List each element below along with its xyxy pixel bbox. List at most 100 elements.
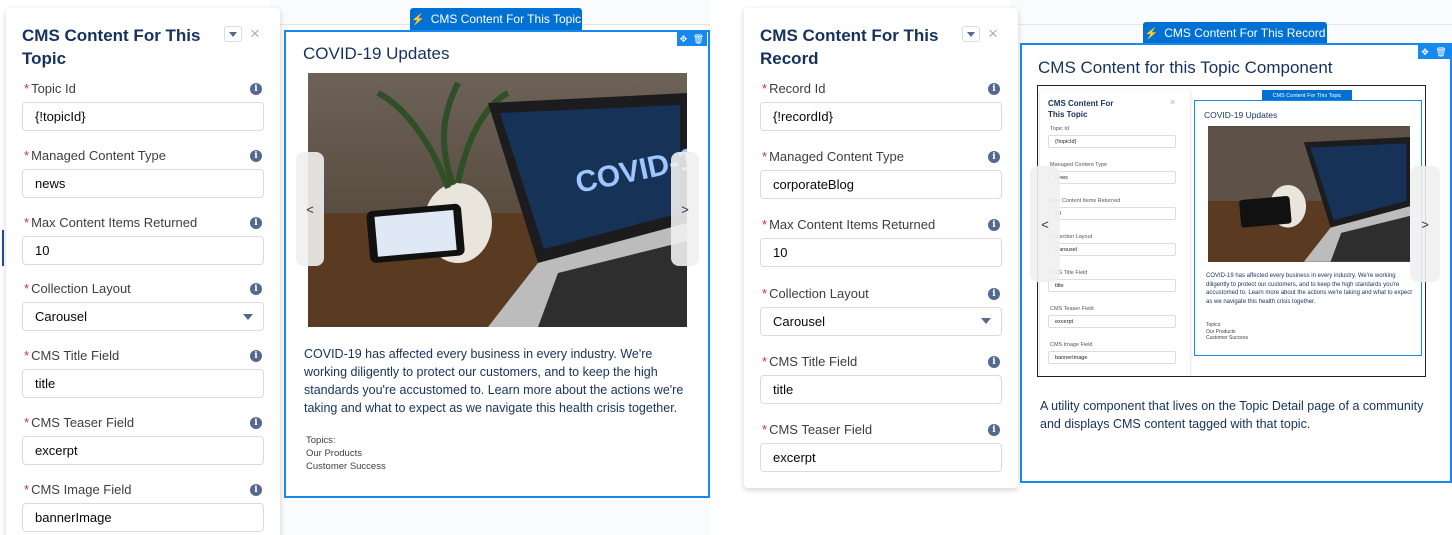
close-icon[interactable]: × — [250, 25, 260, 42]
required-marker: * — [762, 217, 768, 233]
required-marker: * — [762, 353, 768, 369]
field-value: 10 — [35, 242, 50, 258]
field-input[interactable]: 10 — [22, 235, 264, 265]
left-component-actions: ✥ 🗑 — [677, 32, 707, 46]
info-icon[interactable]: i — [988, 355, 1000, 368]
carousel-prev-button[interactable]: < — [1030, 166, 1060, 282]
required-marker: * — [24, 281, 30, 297]
field-input[interactable]: corporateBlog — [760, 170, 1002, 200]
bolt-icon: ⚡ — [411, 13, 425, 26]
chevron-down-icon — [229, 31, 237, 37]
right-component-actions: ✥ 🗑 — [1418, 45, 1450, 59]
thumb-field-input: excerpt — [1048, 315, 1176, 328]
required-marker: * — [24, 481, 30, 497]
field-label: * Record Id — [762, 81, 825, 96]
info-icon[interactable]: i — [988, 83, 1000, 95]
bolt-icon: ⚡ — [1144, 27, 1159, 40]
thumb-field-label: CMS Image Field — [1050, 342, 1093, 348]
field-label: * Topic Id — [24, 81, 76, 96]
thumb-close-icon: × — [1170, 97, 1176, 107]
panel-controls: × — [962, 25, 998, 42]
component-title: COVID-19 Updates — [303, 44, 450, 63]
field-input[interactable]: news — [22, 168, 264, 198]
close-icon[interactable]: × — [988, 25, 998, 42]
field-value: {!topicId} — [35, 109, 86, 124]
move-icon[interactable]: ✥ — [1421, 47, 1429, 58]
field-input[interactable]: {!topicId} — [22, 102, 264, 131]
field-input[interactable]: excerpt — [760, 443, 1002, 472]
thumb-field-value: bannerImage — [1055, 355, 1088, 361]
field-label-text: Topic Id — [31, 81, 76, 96]
field-label: * CMS Title Field — [762, 354, 857, 369]
thumb-panel: CMS Content For This Topic × Topic Id {!t… — [1040, 90, 1190, 376]
delete-icon[interactable]: 🗑 — [693, 34, 704, 45]
field-input[interactable]: 10 — [760, 238, 1002, 268]
move-icon[interactable]: ✥ — [680, 34, 688, 45]
panel-menu-button[interactable] — [962, 26, 980, 42]
thumb-field-value: {!topicId} — [1055, 139, 1077, 145]
thumb-laptop-illustration — [1208, 126, 1410, 262]
field-input[interactable]: title — [760, 374, 1002, 404]
info-icon[interactable]: i — [250, 483, 262, 496]
topic-link[interactable]: Our Products — [306, 447, 386, 460]
info-icon[interactable]: i — [988, 424, 1000, 436]
topics-list: Topics: Our Products Customer Success — [306, 434, 386, 473]
field-value: 10 — [773, 245, 788, 261]
thumb-field-input: {!topicId} — [1048, 135, 1176, 148]
field-label: * Max Content Items Returned — [24, 215, 197, 230]
thumb-photo — [1208, 126, 1410, 262]
field-label: * Collection Layout — [762, 286, 869, 301]
info-icon[interactable]: i — [250, 83, 262, 95]
field-label-text: Max Content Items Returned — [31, 214, 198, 230]
right-component-tab[interactable]: ⚡ CMS Content For This Record — [1143, 22, 1327, 44]
left-component-tab[interactable]: ⚡ CMS Content For This Topic — [410, 8, 582, 30]
thumb-field-input: Carousel — [1048, 243, 1176, 256]
required-marker: * — [24, 348, 30, 364]
required-marker: * — [762, 81, 768, 96]
thumb-field-label: Managed Content Type — [1050, 162, 1108, 168]
field-input[interactable]: title — [22, 369, 264, 399]
field-input[interactable]: {!recordId} — [760, 102, 1002, 131]
carousel-next-button[interactable]: > — [1410, 166, 1440, 282]
info-icon[interactable]: i — [250, 216, 262, 229]
thumb-field-input: news — [1048, 171, 1176, 184]
chevron-down-icon — [243, 313, 253, 320]
field-input[interactable]: excerpt — [22, 436, 264, 465]
thumb-topics: Topics: Our Products Customer Success — [1206, 322, 1248, 342]
info-icon[interactable]: i — [250, 149, 262, 162]
field-label-text: Collection Layout — [769, 285, 869, 301]
chevron-down-icon — [967, 31, 975, 37]
topic-link[interactable]: Customer Success — [306, 460, 386, 473]
field-label-text: Collection Layout — [31, 281, 131, 297]
carousel-prev-button[interactable]: < — [296, 152, 324, 266]
field-input[interactable]: bannerImage — [22, 502, 264, 532]
info-icon[interactable]: i — [250, 417, 262, 429]
field-value: excerpt — [35, 443, 78, 458]
thumb-field-input: title — [1048, 279, 1176, 292]
field-value: news — [35, 175, 66, 191]
field-label: * CMS Teaser Field — [24, 415, 134, 430]
carousel-next-button[interactable]: > — [671, 152, 699, 266]
panel-menu-button[interactable] — [224, 26, 242, 42]
required-marker: * — [24, 147, 30, 163]
field-value: {!recordId} — [773, 109, 833, 124]
laptop-illustration: COVID-19 — [308, 73, 687, 327]
thumb-component-title: COVID-19 Updates — [1204, 110, 1278, 120]
required-marker: * — [24, 81, 30, 96]
thumb-topic: Customer Success — [1206, 335, 1248, 341]
component-tab-label: CMS Content For This Topic — [430, 12, 581, 26]
thumb-description: COVID-19 has affected every business in … — [1206, 273, 1412, 305]
field-value: bannerImage — [35, 509, 112, 525]
info-icon[interactable]: i — [988, 287, 1000, 300]
covid-laptop-photo: COVID-19 — [308, 73, 687, 327]
field-value: excerpt — [773, 450, 816, 465]
field-value: corporateBlog — [773, 177, 854, 193]
field-label: * Max Content Items Returned — [762, 217, 935, 232]
thumb-field-value: title — [1055, 283, 1064, 289]
thumb-field-label: Max Content Items Returned — [1050, 198, 1121, 204]
collection-layout-select[interactable]: Carousel — [760, 306, 1002, 336]
delete-icon[interactable]: 🗑 — [1435, 47, 1446, 58]
field-label-text: Record Id — [769, 81, 826, 96]
collection-layout-select[interactable]: Carousel — [22, 302, 264, 332]
required-marker: * — [762, 422, 768, 437]
